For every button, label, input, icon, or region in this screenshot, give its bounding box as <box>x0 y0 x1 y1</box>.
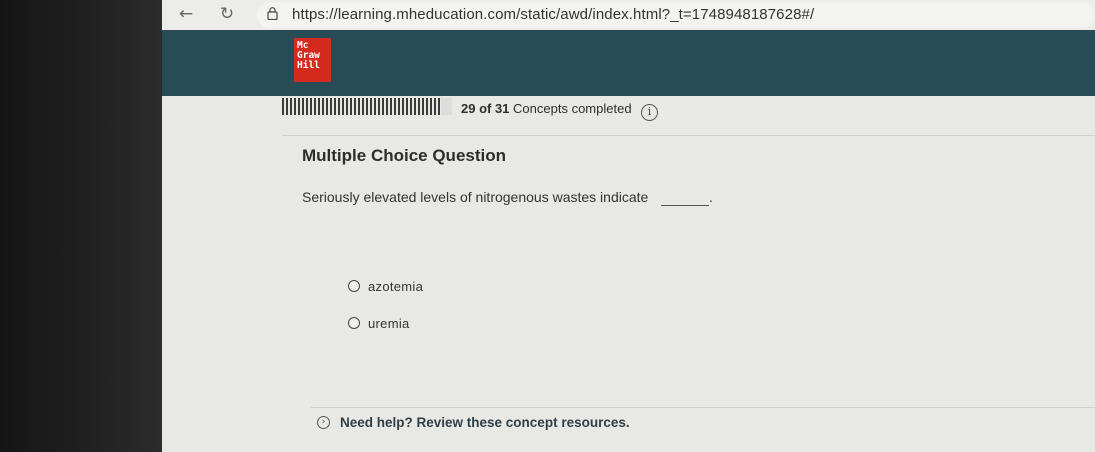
question-heading: Multiple Choice Question <box>302 146 507 165</box>
screen-bezel <box>0 0 162 452</box>
main-content: 29 of 31 Concepts completed i Multiple C… <box>162 96 1095 452</box>
arrow-left-icon[interactable]: ← <box>175 3 197 25</box>
mcgraw-hill-logo: Mc Graw Hill <box>294 38 331 82</box>
logo-line: Hill <box>297 60 320 71</box>
concept-progress-bar <box>282 98 452 115</box>
answer-option-label[interactable]: uremia <box>368 316 410 331</box>
lock-icon[interactable] <box>267 7 278 20</box>
reload-icon[interactable]: ↻ <box>216 3 238 25</box>
app-header: Mc Graw Hill <box>162 30 1095 96</box>
chevron-right-icon[interactable]: › <box>317 416 330 429</box>
question-prompt-end: . <box>709 189 713 205</box>
help-resources-label[interactable]: Need help? Review these concept resource… <box>340 415 630 430</box>
divider <box>311 407 1095 408</box>
info-icon[interactable]: i <box>641 104 658 121</box>
browser-toolbar: ← ↻ https://learning.mheducation.com/sta… <box>162 0 1095 34</box>
answer-blank <box>661 205 709 206</box>
question-prompt: Seriously elevated levels of nitrogenous… <box>302 189 648 205</box>
url-text[interactable]: https://learning.mheducation.com/static/… <box>292 6 814 23</box>
answer-option-label[interactable]: azotemia <box>368 279 423 294</box>
radio-button[interactable] <box>348 280 360 292</box>
progress-suffix: Concepts completed <box>509 101 632 116</box>
radio-button[interactable] <box>348 317 360 329</box>
progress-fill <box>282 98 441 115</box>
progress-text: 29 of 31 Concepts completed <box>461 101 632 116</box>
question-prompt-text: Seriously elevated levels of nitrogenous… <box>302 189 649 205</box>
divider <box>282 135 1095 136</box>
address-bar[interactable]: https://learning.mheducation.com/static/… <box>257 2 1095 28</box>
progress-count: 29 of 31 <box>461 101 510 116</box>
